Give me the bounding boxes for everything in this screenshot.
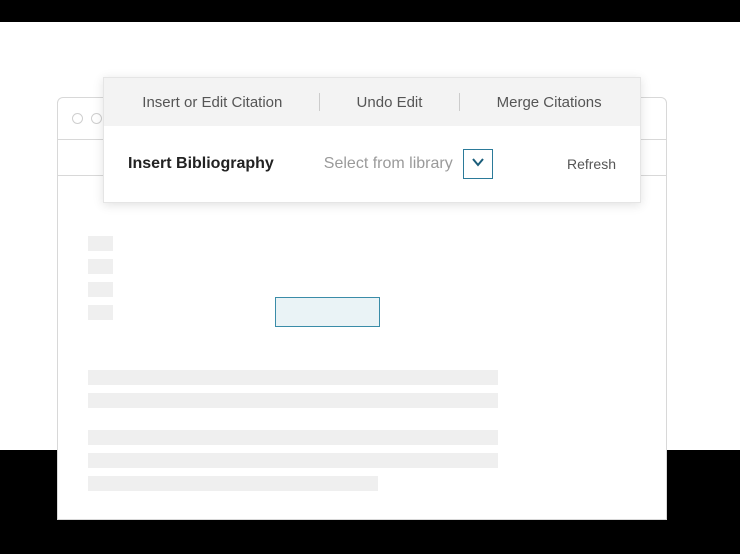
citation-toolbar-bottom-row: Insert Bibliography Select from library …: [104, 126, 640, 202]
text-placeholder: [88, 393, 498, 408]
insert-bibliography-button[interactable]: Insert Bibliography: [128, 155, 274, 173]
minimize-window-button[interactable]: [91, 113, 102, 124]
library-select-placeholder: Select from library: [324, 155, 453, 173]
canvas-background: New document: [0, 22, 740, 450]
undo-edit-button[interactable]: Undo Edit: [357, 94, 423, 111]
text-placeholder: [88, 236, 113, 251]
text-placeholder: [88, 370, 498, 385]
refresh-button[interactable]: Refresh: [567, 156, 616, 172]
document-body: [58, 176, 666, 519]
text-placeholder: [88, 476, 378, 491]
text-cursor-selection[interactable]: [275, 297, 380, 327]
text-placeholder: [88, 453, 498, 468]
chevron-down-icon: [471, 155, 485, 174]
close-window-button[interactable]: [72, 113, 83, 124]
library-dropdown-button[interactable]: [463, 149, 493, 179]
insert-edit-citation-button[interactable]: Insert or Edit Citation: [142, 94, 282, 111]
text-placeholder: [88, 305, 113, 320]
library-select: Select from library: [324, 149, 537, 179]
citation-toolbar-top-row: Insert or Edit Citation Undo Edit Merge …: [104, 78, 640, 126]
text-placeholder: [88, 282, 113, 297]
divider: [459, 93, 460, 111]
divider: [319, 93, 320, 111]
text-placeholder: [88, 430, 498, 445]
merge-citations-button[interactable]: Merge Citations: [497, 94, 602, 111]
citation-toolbar-panel: Insert or Edit Citation Undo Edit Merge …: [103, 77, 641, 203]
text-placeholder: [88, 259, 113, 274]
